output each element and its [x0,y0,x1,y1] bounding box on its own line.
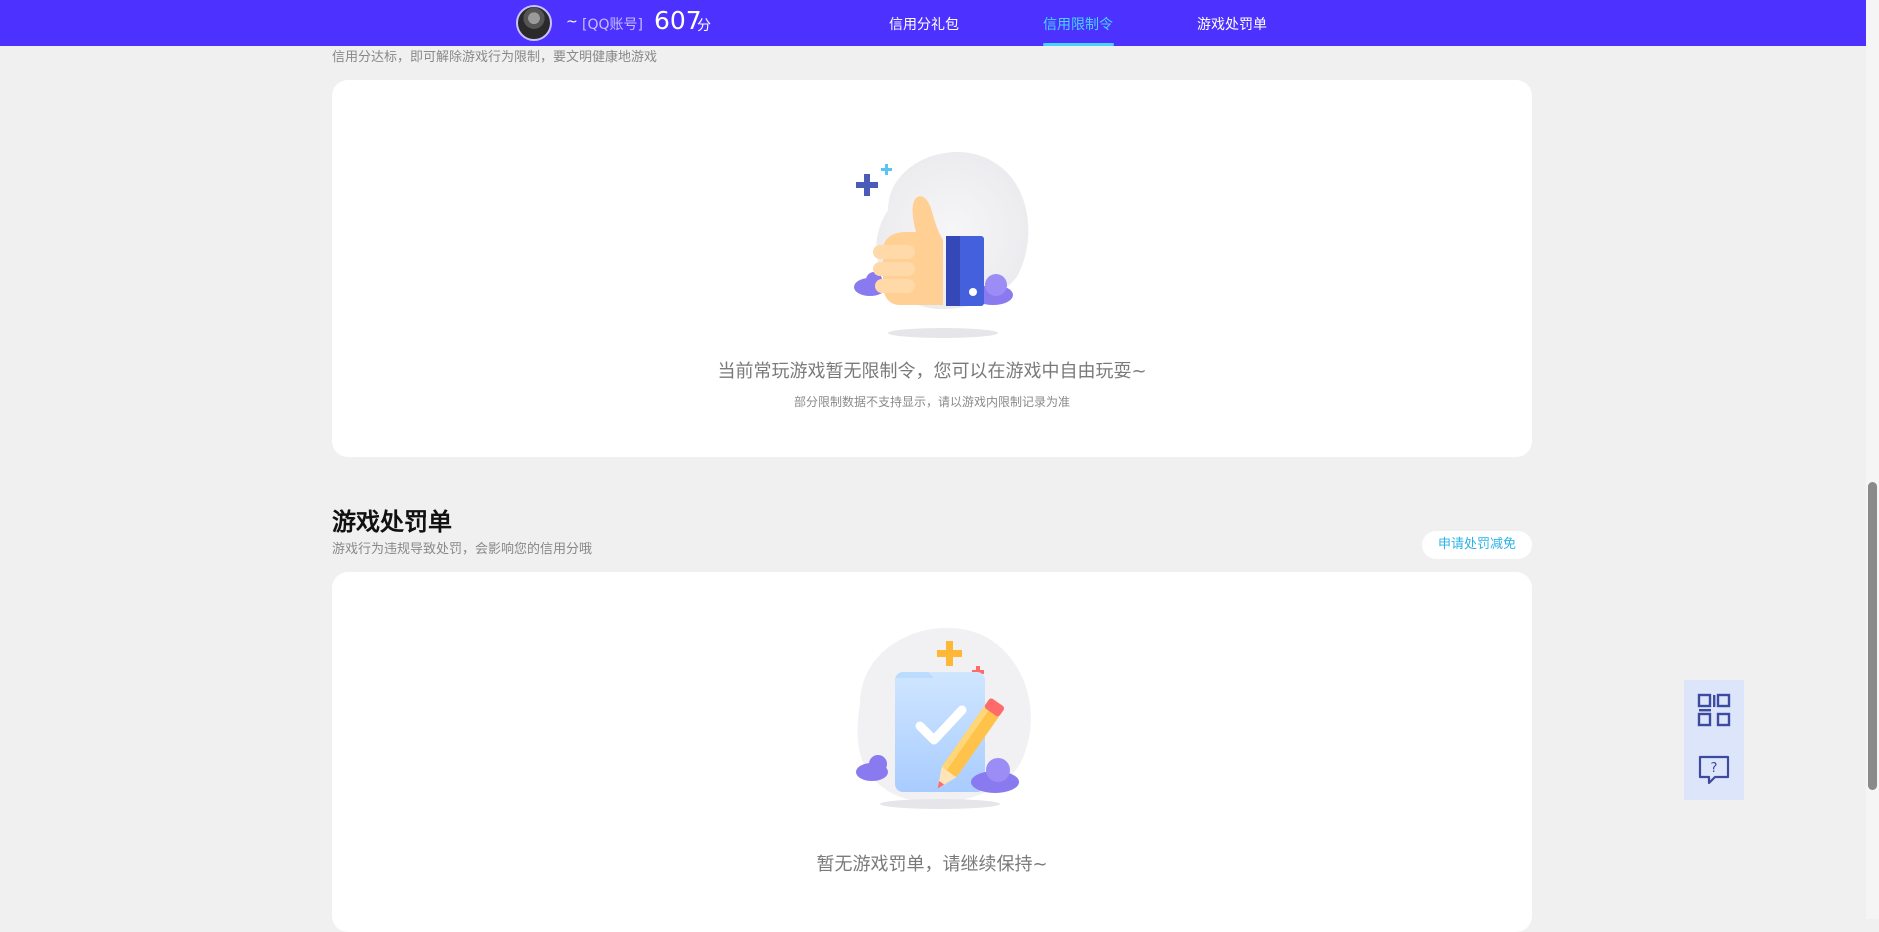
tab-game-penalty[interactable]: 游戏处罚单 [1197,14,1267,34]
restriction-empty-message: 当前常玩游戏暂无限制令，您可以在游戏中自由玩耍~ [717,361,1147,382]
apply-penalty-reduction-button[interactable]: 申请处罚减免 [1422,531,1532,559]
clipboard-check-icon [820,614,1060,818]
active-tab-indicator [1043,43,1114,46]
top-nav-bar: ~ [QQ账号] 607 分 信用分礼包 信用限制令 游戏处罚单 [0,0,1866,46]
penalty-card: 暂无游戏罚单，请继续保持~ [332,572,1532,932]
penalty-section-description: 游戏行为违规导致处罚，会影响您的信用分哦 [332,542,593,557]
help-chat-icon: ? [1698,755,1730,785]
penalty-section-title: 游戏处罚单 [332,508,452,536]
tab-credit-gift[interactable]: 信用分礼包 [889,14,959,34]
restriction-card: 当前常玩游戏暂无限制令，您可以在游戏中自由玩耍~ 部分限制数据不支持显示，请以游… [332,80,1532,457]
svg-text:?: ? [1711,761,1718,776]
avatar[interactable] [516,5,552,41]
qr-code-button[interactable] [1684,680,1744,740]
credit-score-value: 607 [654,6,702,35]
account-type-label: [QQ账号] [582,17,643,33]
user-name: ~ [566,14,578,30]
qr-code-icon [1697,693,1731,727]
scrollbar-thumb[interactable] [1868,482,1877,790]
restriction-empty-note: 部分限制数据不支持显示，请以游戏内限制记录为准 [793,395,1070,409]
penalty-empty-message: 暂无游戏罚单，请继续保持~ [816,854,1048,875]
thumbs-up-icon [828,140,1058,344]
help-chat-button[interactable]: ? [1684,740,1744,800]
credit-score-unit: 分 [697,18,711,34]
tab-credit-restriction[interactable]: 信用限制令 [1043,14,1113,34]
restriction-section-description: 信用分达标，即可解除游戏行为限制，要文明健康地游戏 [332,50,658,65]
